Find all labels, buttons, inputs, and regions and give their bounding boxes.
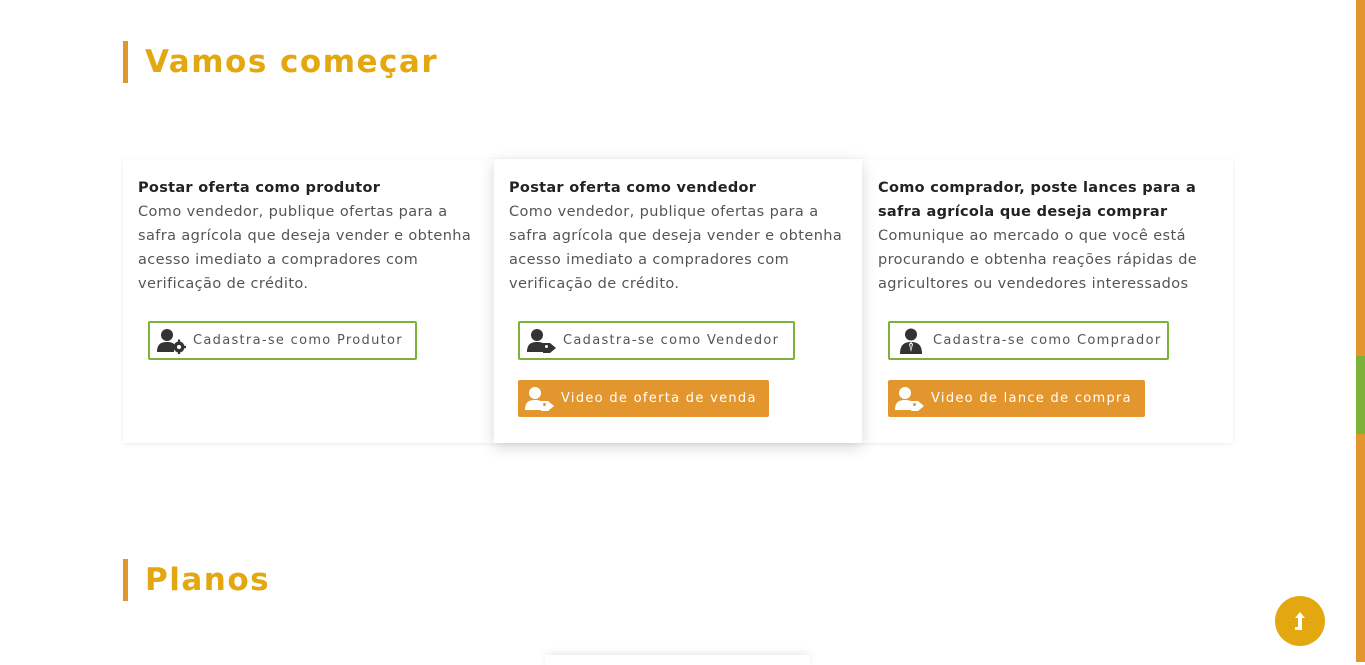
card-title: Postar oferta como vendedor (509, 180, 757, 196)
card-text: Comunique ao mercado o que você está pro… (878, 228, 1198, 292)
register-producer-button[interactable]: Cadastra-se como Produtor (148, 321, 417, 360)
register-producer-label: Cadastra-se como Produtor (193, 333, 403, 348)
seller-video-button[interactable]: Video de oferta de venda (518, 380, 769, 417)
seller-video-label: Video de oferta de venda (561, 391, 757, 406)
user-tie-icon (900, 328, 922, 354)
scrollbar[interactable] (1356, 0, 1365, 662)
register-seller-label: Cadastra-se como Vendedor (563, 333, 780, 348)
cards-container: Postar oferta como produtor Como vendedo… (123, 159, 1233, 443)
user-tag-icon (525, 386, 554, 411)
card-text: Como vendedor, publique ofertas para a s… (509, 204, 843, 292)
card-title: Como comprador, poste lances para a safr… (878, 180, 1197, 220)
plans-card (545, 655, 810, 665)
section-title-start: Vamos começar (123, 41, 438, 83)
register-seller-button[interactable]: Cadastra-se como Vendedor (518, 321, 795, 360)
buyer-video-label: Video de lance de compra (931, 391, 1132, 406)
user-tag-icon (527, 328, 556, 353)
back-to-top-button[interactable] (1275, 596, 1325, 646)
scrollbar-thumb[interactable] (1356, 356, 1365, 434)
register-buyer-label: Cadastra-se como Comprador (933, 333, 1162, 348)
user-tag-icon (895, 386, 924, 411)
section-title-plans: Planos (123, 559, 270, 601)
buyer-video-button[interactable]: Video de lance de compra (888, 380, 1145, 417)
user-gear-icon (157, 328, 186, 354)
card-title: Postar oferta como produtor (138, 180, 381, 196)
card-producer: Postar oferta como produtor Como vendedo… (123, 159, 493, 443)
card-seller: Postar oferta como vendedor Como vendedo… (494, 159, 862, 443)
arrow-up-icon (1295, 612, 1305, 630)
register-buyer-button[interactable]: Cadastra-se como Comprador (888, 321, 1169, 360)
card-text: Como vendedor, publique ofertas para a s… (138, 204, 472, 292)
card-buyer: Como comprador, poste lances para a safr… (863, 159, 1233, 443)
